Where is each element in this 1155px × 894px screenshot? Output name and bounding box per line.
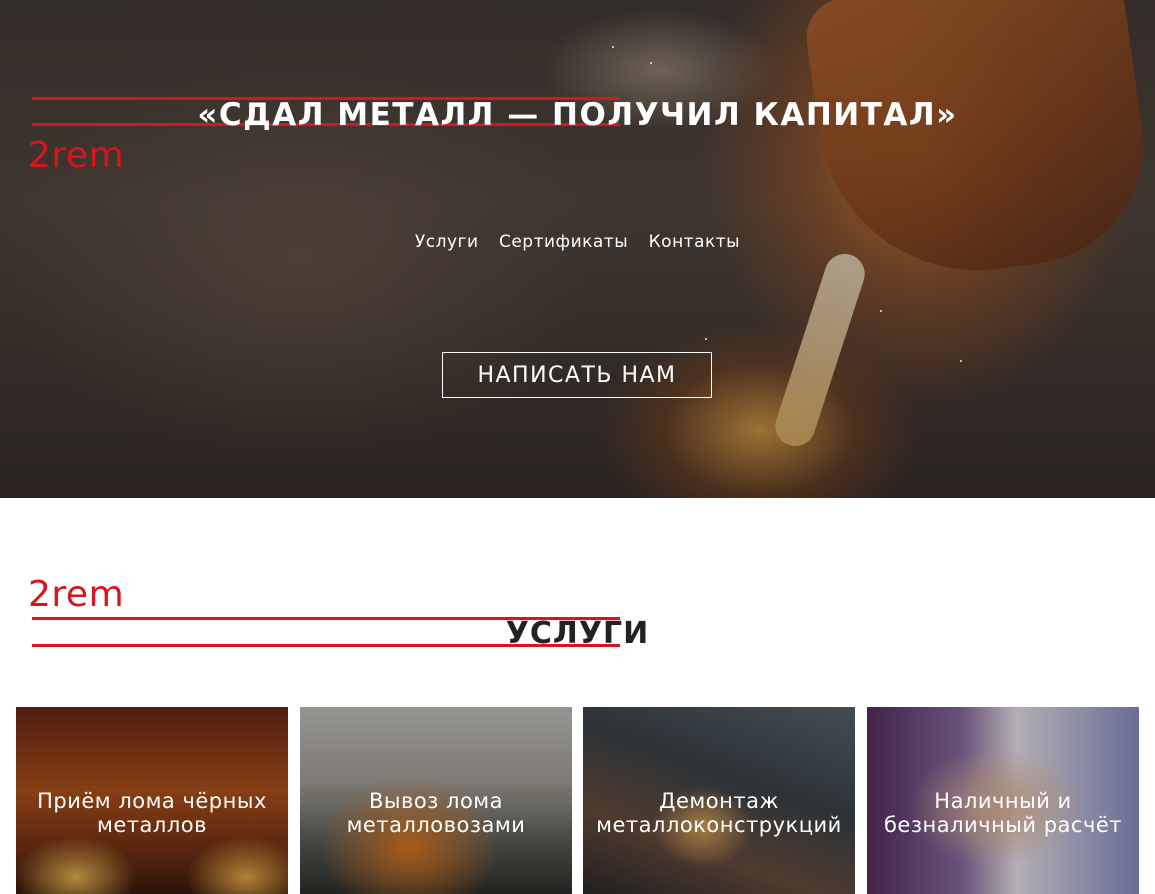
hero-banner: «СДАЛ МЕТАЛЛ — ПОЛУЧИЛ КАПИТАЛ» 2rem Усл…	[0, 0, 1155, 498]
hero-logo[interactable]: 2rem	[28, 138, 124, 174]
spark	[612, 46, 614, 48]
service-card-payment[interactable]: Наличный и безналичный расчёт	[867, 707, 1139, 894]
service-card-label: Наличный и безналичный расчёт	[883, 788, 1123, 837]
service-card-label: Приём лома чёрных металлов	[37, 788, 267, 837]
services-logo[interactable]: 2rem	[28, 577, 124, 613]
service-card-dismantling[interactable]: Демонтаж металлоконструкций	[583, 707, 855, 894]
write-us-button[interactable]: НАПИСАТЬ НАМ	[442, 352, 712, 398]
nav-item-contacts[interactable]: Контакты	[649, 232, 741, 252]
services-title: УСЛУГИ	[505, 616, 650, 651]
service-card-label: Вывоз лома металловозами	[346, 788, 526, 837]
service-card-ferrous-scrap[interactable]: Приём лома чёрных металлов	[16, 707, 288, 894]
nav-item-services[interactable]: Услуги	[415, 232, 479, 252]
service-card-label: Демонтаж металлоконструкций	[596, 788, 842, 837]
nav-item-certificates[interactable]: Сертификаты	[499, 232, 628, 252]
spark	[650, 62, 652, 64]
spark	[880, 310, 882, 312]
hero-title: «СДАЛ МЕТАЛЛ — ПОЛУЧИЛ КАПИТАЛ»	[197, 97, 958, 133]
service-card-scrap-removal[interactable]: Вывоз лома металловозами	[300, 707, 572, 894]
spark	[960, 360, 962, 362]
main-nav: Услуги Сертификаты Контакты	[0, 232, 1155, 252]
spark	[705, 338, 707, 340]
